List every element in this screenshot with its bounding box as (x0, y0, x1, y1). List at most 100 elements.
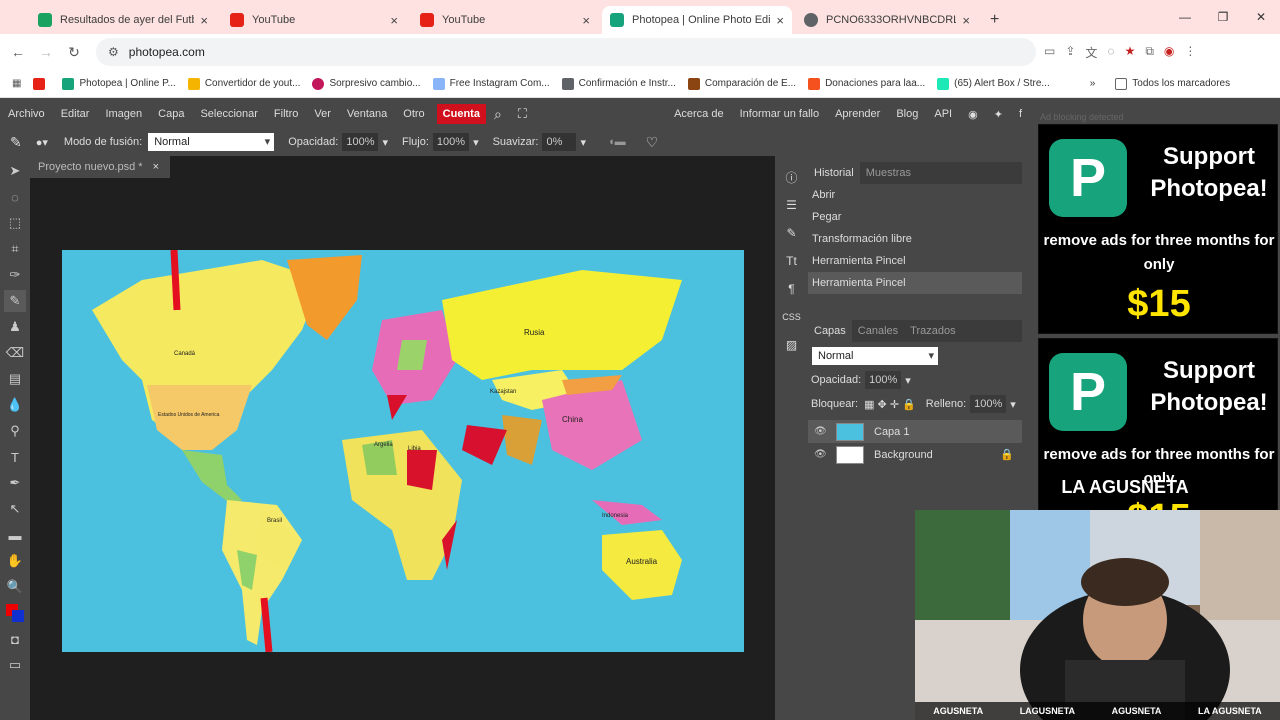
menu-editar[interactable]: Editar (53, 108, 98, 120)
bookmark-item[interactable]: Photopea | Online P... (62, 77, 176, 90)
lasso-tool-icon[interactable]: ◌ (4, 186, 26, 208)
close-tab-icon[interactable]: × (582, 13, 590, 28)
canvas-world-map[interactable]: Rusia China Canadá Estados Unidos de Ame… (62, 250, 744, 652)
site-info-icon[interactable]: ⚙ (108, 45, 119, 59)
profile-avatar-icon[interactable]: ◉ (1164, 44, 1174, 61)
bookmark-youtube[interactable] (33, 77, 50, 90)
bookmark-star-icon[interactable]: ★ (1125, 44, 1136, 61)
crop-tool-icon[interactable]: ⌗ (4, 238, 26, 260)
color-swatches-icon[interactable] (4, 602, 26, 624)
twitter-icon[interactable]: ✦ (986, 108, 1011, 121)
layer-row[interactable]: 👁 Background 🔒 (808, 443, 1022, 466)
bookmark-item[interactable]: Donaciones para laa... (808, 77, 925, 90)
url-bar[interactable]: ⚙ photopea.com (96, 38, 1036, 66)
dropdown-arrow-icon[interactable]: ▾ (1010, 398, 1016, 411)
browser-tab[interactable]: YouTube × (222, 6, 406, 34)
menu-seleccionar[interactable]: Seleccionar (192, 108, 265, 120)
dodge-tool-icon[interactable]: ⚲ (4, 420, 26, 442)
reddit-icon[interactable]: ◉ (960, 108, 986, 121)
adjustments-icon[interactable]: ☰ (781, 194, 803, 216)
css-icon[interactable]: CSS (781, 306, 803, 328)
brush-tool-icon[interactable]: ✎ (10, 134, 22, 151)
tab-historial[interactable]: Historial (808, 162, 860, 184)
layer-fill-input[interactable]: 100% (970, 395, 1007, 413)
layer-row[interactable]: 👁 Capa 1 (808, 420, 1022, 443)
tab-muestras[interactable]: Muestras (860, 167, 917, 179)
menu-archivo[interactable]: Archivo (0, 108, 53, 120)
menu-capa[interactable]: Capa (150, 108, 192, 120)
bookmark-item[interactable]: Confirmación e Instr... (561, 77, 676, 90)
new-tab-button[interactable]: + (982, 6, 1012, 34)
pen-tool-icon[interactable]: ✒ (4, 472, 26, 494)
back-icon[interactable]: ← (4, 44, 32, 60)
opacity-input[interactable]: 100% (342, 133, 379, 151)
history-item[interactable]: Herramienta Pincel (808, 250, 1022, 272)
history-item[interactable]: Abrir (808, 184, 1022, 206)
browser-tab-active[interactable]: Photopea | Online Photo Editor × (602, 6, 792, 34)
blur-tool-icon[interactable]: 💧 (4, 394, 26, 416)
facebook-icon[interactable]: f (1011, 108, 1030, 120)
bookmark-item[interactable]: Free Instagram Com... (432, 77, 550, 90)
tab-canales[interactable]: Canales (852, 325, 904, 337)
image-icon[interactable]: ▨ (781, 334, 803, 356)
menu-api[interactable]: API (926, 108, 960, 120)
heart-icon[interactable]: ♡ (646, 134, 659, 151)
close-window-icon[interactable]: ✕ (1242, 0, 1280, 34)
translate-icon[interactable]: 文 (1085, 44, 1097, 61)
close-document-icon[interactable]: × (153, 161, 159, 173)
path-select-icon[interactable]: ↖ (4, 498, 26, 520)
bookmark-item[interactable]: Comparación de E... (687, 77, 796, 90)
lock-options-icon[interactable]: ▦ ✥ ✛ 🔒 (864, 398, 916, 411)
flow-input[interactable]: 100% (432, 133, 470, 151)
close-tab-icon[interactable]: × (962, 13, 970, 28)
eraser-tool-icon[interactable]: ⌫ (4, 342, 26, 364)
layer-blend-select[interactable]: Normal (812, 347, 938, 365)
close-tab-icon[interactable]: × (200, 13, 208, 28)
info-icon[interactable]: ⓘ (781, 166, 803, 188)
screen-mode-icon[interactable]: ▭ (4, 654, 26, 676)
bookmark-item[interactable]: Convertidor de yout... (187, 77, 300, 90)
visibility-eye-icon[interactable]: 👁 (814, 426, 827, 437)
forward-icon[interactable]: → (32, 44, 60, 60)
cast-icon[interactable]: ⇪ (1065, 44, 1075, 61)
ad-banner[interactable]: P Support Photopea! remove ads for three… (1038, 124, 1278, 334)
reload-icon[interactable]: ↻ (60, 44, 88, 61)
browser-tab[interactable]: PCNO6333ORHVNBCDRLGAXF× (796, 6, 978, 34)
history-item[interactable]: Transformación libre (808, 228, 1022, 250)
menu-informar-fallo[interactable]: Informar un fallo (732, 108, 827, 120)
stamp-tool-icon[interactable]: ♟ (4, 316, 26, 338)
gradient-tool-icon[interactable]: ▤ (4, 368, 26, 390)
bookmarks-overflow-icon[interactable]: » (1090, 78, 1096, 89)
bookmark-item[interactable]: (65) Alert Box / Stre... (937, 77, 1050, 90)
close-tab-icon[interactable]: × (390, 13, 398, 28)
layer-opacity-input[interactable]: 100% (865, 371, 902, 389)
search-icon[interactable]: ⌕ (486, 106, 510, 123)
apps-grid-icon[interactable]: ▦ (12, 78, 21, 89)
browser-tab[interactable]: Resultados de ayer del Futbol A× (30, 6, 216, 34)
text-tool-icon[interactable]: T (4, 446, 26, 468)
tab-trazados[interactable]: Trazados (904, 325, 961, 337)
browser-tab[interactable]: YouTube × (412, 6, 598, 34)
menu-filtro[interactable]: Filtro (266, 108, 306, 120)
move-tool-icon[interactable]: ➤ (4, 160, 26, 182)
close-tab-icon[interactable]: × (776, 13, 784, 28)
menu-imagen[interactable]: Imagen (97, 108, 150, 120)
smooth-input[interactable]: 0% (542, 133, 577, 151)
dropdown-arrow-icon[interactable]: ▾ (473, 136, 479, 149)
shape-tool-icon[interactable]: ▬ (4, 524, 26, 546)
tab-search-icon[interactable]: ▭ (1044, 44, 1055, 61)
extensions-icon[interactable]: ⧉ (1145, 44, 1154, 61)
account-button[interactable]: Cuenta (436, 104, 486, 124)
dropdown-arrow-icon[interactable]: ▾ (905, 374, 911, 387)
dropdown-arrow-icon[interactable]: ▾ (580, 136, 586, 149)
menu-ver[interactable]: Ver (306, 108, 339, 120)
character-icon[interactable]: Tt (781, 250, 803, 272)
menu-otro[interactable]: Otro (395, 108, 432, 120)
all-bookmarks[interactable]: Todos los marcadores (1115, 77, 1230, 90)
hand-tool-icon[interactable]: ✋ (4, 550, 26, 572)
document-tab[interactable]: Proyecto nuevo.psd * × (30, 156, 170, 178)
menu-aprender[interactable]: Aprender (827, 108, 888, 120)
eyedropper-icon[interactable]: ✑ (4, 264, 26, 286)
brush-settings-icon[interactable]: ◖▬ (608, 136, 626, 148)
brush-tool-icon[interactable]: ✎ (4, 290, 26, 312)
